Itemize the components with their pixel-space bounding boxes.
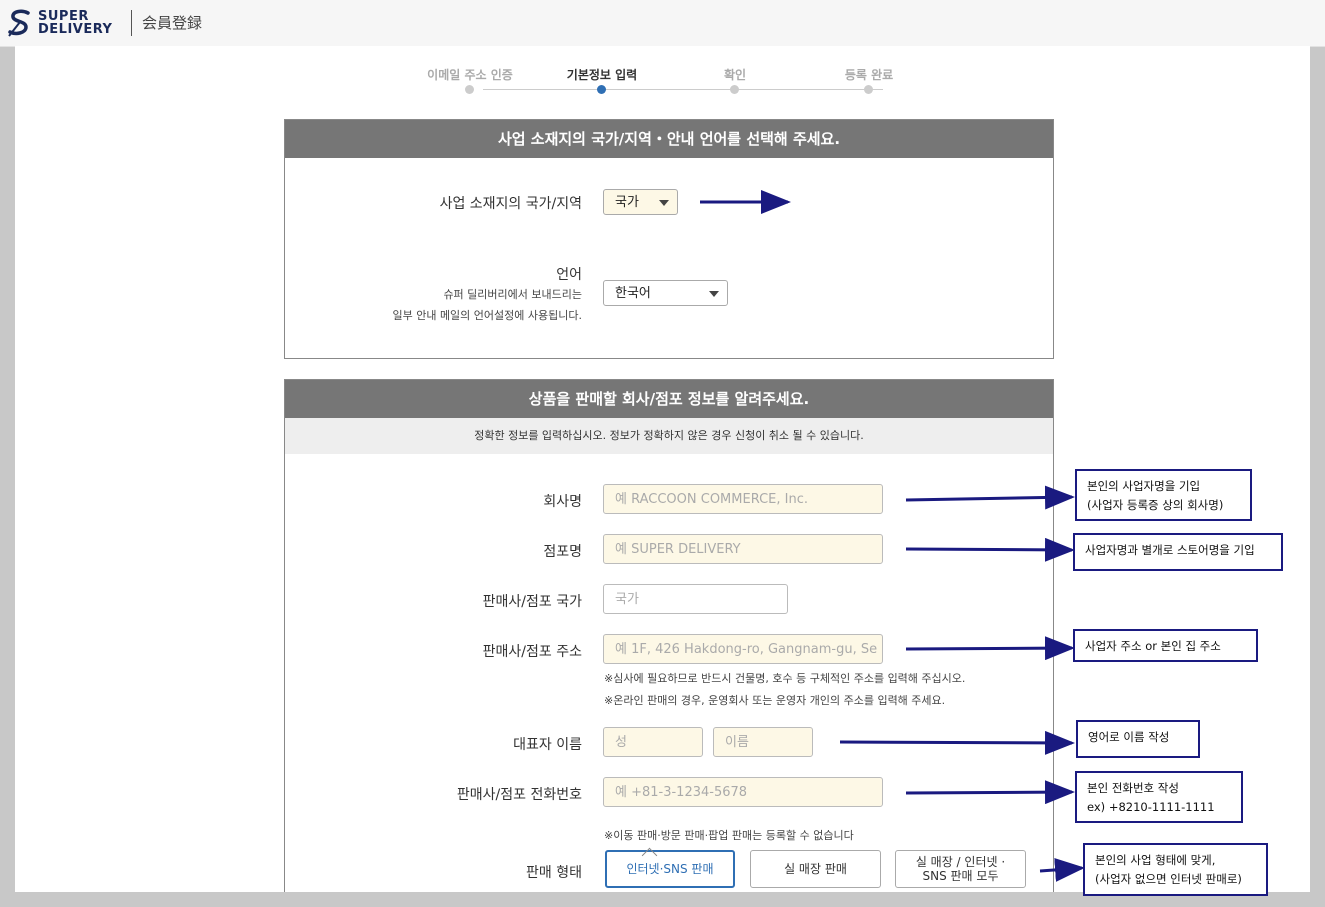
annotation-line: 사업자명과 별개로 스토어명을 기입 [1085,543,1255,557]
panel-title: 사업 소재지의 국가/지역・안내 언어를 선택해 주세요. [285,120,1053,158]
country-select[interactable]: 국가 [603,189,678,215]
annotation-line: 본인의 사업자명을 기입 [1087,479,1201,493]
annotation-address: 사업자 주소 or 본인 집 주소 [1073,629,1258,662]
store-country-label: 판매사/점포 국가 [482,594,582,610]
sales-type-both-button[interactable]: 실 매장 / 인터넷 · SNS 판매 모두 [895,850,1026,888]
address-hint-2: ※온라인 판매의 경우, 운영회사 또는 운영자 개인의 주소를 입력해 주세요… [604,694,946,707]
phone-label: 판매사/점포 전화번호 [456,787,582,803]
language-select-value: 한국어 [615,286,651,301]
address-label: 판매사/점포 주소 [482,644,582,660]
rep-last-name-input[interactable]: 성 [603,727,703,757]
annotation-line: ex) +8210-1111-1111 [1087,800,1215,814]
sales-type-hint: ※이동 판매·방문 판매·팝업 판매는 등록할 수 없습니다 [604,829,854,842]
annotation-line: 영어로 이름 작성 [1088,730,1170,744]
language-note-2: 일부 안내 메일의 언어설정에 사용됩니다. [392,309,582,322]
logo-text: SUPER DELIVERY [38,10,112,36]
button-label: 실 매장 판매 [784,862,847,876]
address-input[interactable]: 예 1F, 426 Hakdong-ro, Gangnam-gu, Se [603,634,883,664]
button-label-line1: 실 매장 / 인터넷 · [915,855,1006,869]
logo-line2: DELIVERY [38,22,113,37]
step-complete: 등록 완료 [799,66,939,94]
annotation-store: 사업자명과 별개로 스토어명을 기입 [1073,533,1283,571]
country-label: 사업 소재지의 국가/지역 [439,196,582,212]
annotation-sales-type: 본인의 사업 형태에 맞게, (사업자 없으면 인터넷 판매로) [1083,843,1268,896]
annotation-company: 본인의 사업자명을 기입 (사업자 등록증 상의 회사명) [1075,469,1252,521]
language-note-1: 슈퍼 딜리버리에서 보내드리는 [443,288,582,301]
sales-type-label: 판매 형태 [526,865,582,881]
steps-line [483,89,883,90]
page-title: 会員登録 [142,14,203,32]
annotation-line: (사업자 등록증 상의 회사명) [1087,498,1224,512]
language-select[interactable]: 한국어 [603,280,728,306]
step-label: 확인 [723,68,747,82]
language-label: 언어 [556,267,582,283]
top-bar: SUPER DELIVERY 会員登録 [0,0,1325,47]
annotation-line: 본인의 사업 형태에 맞게, [1095,853,1216,867]
button-label: 인터넷·SNS 판매 [626,862,714,876]
annotation-line: 본인 전화번호 작성 [1087,781,1179,795]
store-country-select[interactable]: 국가 [603,584,788,614]
chevron-down-icon [659,200,669,206]
annotation-line: (사업자 없으면 인터넷 판매로) [1095,872,1242,886]
address-hint-1: ※심사에 필요하므로 반드시 건물명, 호수 등 구체적인 주소를 입력해 주십… [604,672,966,685]
header-divider [131,10,132,36]
step-confirm: 확인 [665,66,805,94]
company-input[interactable]: 예 RACCOON COMMERCE, Inc. [603,484,883,514]
button-label-line2: SNS 판매 모두 [922,869,999,883]
chevron-down-icon [709,291,719,297]
step-dot [864,85,873,94]
representative-label: 대표자 이름 [513,737,582,753]
step-dot [730,85,739,94]
step-dot [465,85,474,94]
annotation-phone: 본인 전화번호 작성 ex) +8210-1111-1111 [1075,771,1243,823]
accuracy-notice: 정확한 정보를 입력하십시오. 정보가 정확하지 않은 경우 신청이 취소 될 … [285,418,1053,454]
annotation-line: 사업자 주소 or 본인 집 주소 [1085,639,1221,653]
store-input[interactable]: 예 SUPER DELIVERY [603,534,883,564]
progress-steps: 이메일 주소 인증 기본정보 입력 확인 등록 완료 [415,66,915,96]
company-label: 회사명 [543,494,582,510]
sales-type-internet-button[interactable]: 인터넷·SNS 판매 [605,850,735,888]
country-language-panel: 사업 소재지의 국가/지역・안내 언어를 선택해 주세요. 사업 소재지의 국가… [284,119,1054,359]
super-delivery-logo[interactable]: SUPER DELIVERY [6,8,112,38]
step-label: 이메일 주소 인증 [427,68,513,82]
store-label: 점포명 [543,544,582,560]
step-label: 기본정보 입력 [566,68,638,82]
step-email-verify: 이메일 주소 인증 [400,66,540,94]
step-label: 등록 완료 [844,68,894,82]
sales-type-store-button[interactable]: 실 매장 판매 [750,850,881,888]
company-info-panel: 상품을 판매할 회사/점포 정보를 알려주세요. 정확한 정보를 입력하십시오.… [284,379,1054,892]
phone-input[interactable]: 예 +81-3-1234-5678 [603,777,883,807]
country-select-value: 국가 [615,195,639,210]
step-basic-info: 기본정보 입력 [532,66,672,94]
rep-first-name-input[interactable]: 이름 [713,727,813,757]
logo-s-icon [8,9,30,37]
panel-title: 상품을 판매할 회사/점포 정보를 알려주세요. [285,380,1053,418]
annotation-rep: 영어로 이름 작성 [1076,720,1200,758]
step-dot-active [597,85,606,94]
